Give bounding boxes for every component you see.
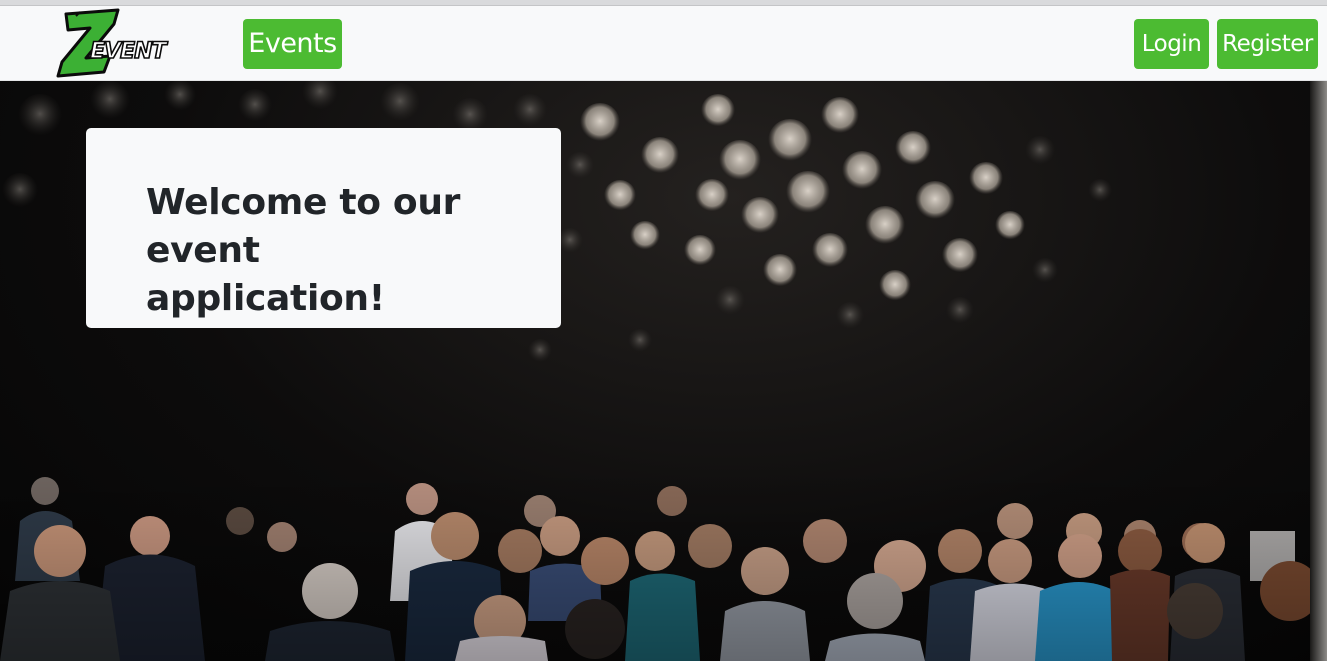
hero-right-edge [1310,81,1327,661]
welcome-heading-line1: Welcome to our [146,182,461,223]
hero-section: Welcome to our event application! [0,81,1327,661]
welcome-heading: Welcome to our event application! [146,179,506,323]
events-link[interactable]: Events [243,19,342,69]
register-button[interactable]: Register [1217,19,1318,69]
welcome-heading-line2: event application! [146,230,385,319]
login-button[interactable]: Login [1134,19,1209,69]
zevent-logo-icon: EVENT [56,8,170,78]
logo-event-text: EVENT [90,39,168,64]
welcome-card: Welcome to our event application! [86,128,561,328]
navbar: EVENT Events Login Register [0,6,1327,81]
zevent-logo[interactable]: EVENT [56,6,184,80]
